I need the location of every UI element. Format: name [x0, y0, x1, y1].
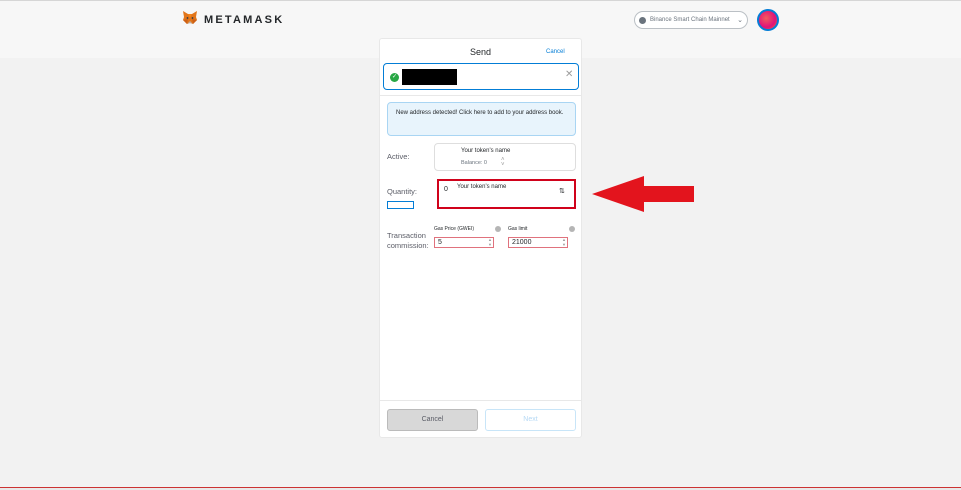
chevron-updown-icon: ˄ ˅: [501, 157, 505, 168]
divider: [380, 95, 581, 96]
network-label: Binance Smart Chain Mainnet: [650, 17, 730, 23]
check-icon: ✓: [390, 73, 399, 82]
spinner-icon[interactable]: ▲ ▼: [562, 237, 566, 247]
commission-label: Transaction commission:: [387, 231, 429, 251]
asset-label: Active:: [387, 152, 410, 161]
send-panel: Send Cancel ✓ ✕ New address detected! Cl…: [379, 38, 582, 438]
cancel-button[interactable]: Cancel: [387, 409, 478, 431]
gas-price-input[interactable]: 5 ▲ ▼: [434, 237, 494, 248]
max-button[interactable]: [387, 201, 414, 209]
close-icon[interactable]: ✕: [565, 69, 573, 80]
account-avatar[interactable]: [757, 9, 779, 31]
network-selector[interactable]: Binance Smart Chain Mainnet ⌄: [634, 11, 748, 29]
cancel-link[interactable]: Cancel: [546, 49, 565, 55]
red-arrow-annotation: [592, 176, 694, 212]
gas-limit-value: 21000: [512, 239, 532, 246]
recipient-address-field[interactable]: ✓ ✕: [383, 63, 579, 90]
chevron-down-icon: ⌄: [737, 17, 743, 24]
gas-limit-label: Gas limit: [508, 226, 528, 232]
quantity-token: Your token's name: [457, 184, 507, 190]
asset-selector[interactable]: Your token's name Balance: 0 ˄ ˅: [434, 143, 576, 171]
asset-balance: Balance: 0: [461, 160, 487, 166]
footer-divider: [380, 400, 581, 401]
commission-label-line2: commission:: [387, 241, 429, 250]
info-icon[interactable]: [569, 226, 575, 232]
commission-label-line1: Transaction: [387, 231, 426, 240]
asset-name: Your token's name: [461, 148, 511, 154]
gas-price-label: Gas Price (GWEI): [434, 226, 475, 232]
redacted-address: [402, 69, 457, 85]
next-button[interactable]: Next: [485, 409, 576, 431]
gas-price-value: 5: [438, 239, 442, 246]
gas-limit-input[interactable]: 21000 ▲ ▼: [508, 237, 568, 248]
spinner-icon[interactable]: ▲ ▼: [488, 237, 492, 247]
brand-name: METAMASK: [204, 14, 285, 26]
network-status-icon: [639, 16, 646, 24]
info-icon[interactable]: [495, 226, 501, 232]
top-border: [0, 0, 961, 1]
quantity-input[interactable]: 0 Your token's name ⇅: [437, 179, 576, 209]
quantity-label: Quantity:: [387, 187, 418, 196]
quantity-value: 0: [444, 186, 448, 193]
fox-icon: [182, 10, 198, 30]
metamask-logo[interactable]: METAMASK: [182, 11, 284, 29]
new-address-notice[interactable]: New address detected! Click here to add …: [387, 102, 576, 136]
swap-arrows-icon[interactable]: ⇅: [559, 187, 565, 195]
